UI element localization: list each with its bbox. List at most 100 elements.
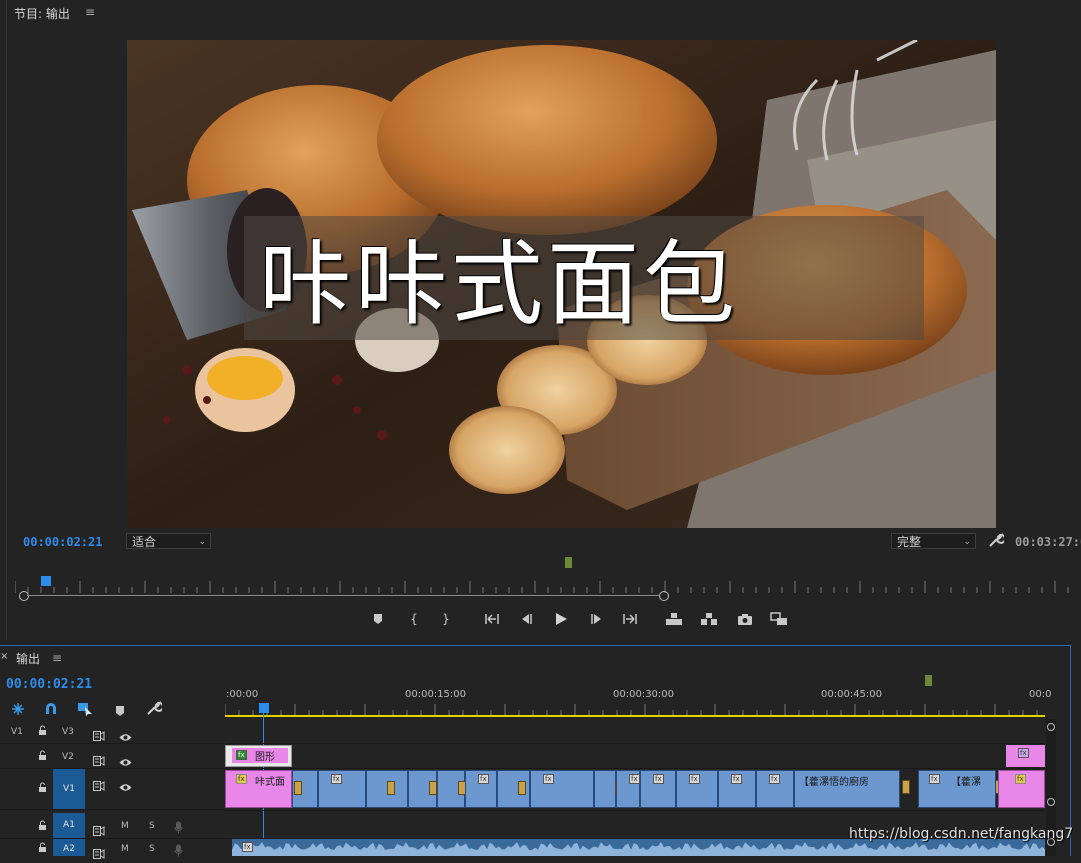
video-clip[interactable] xyxy=(366,770,408,808)
fx-badge[interactable]: fx xyxy=(478,774,489,784)
marker-icon[interactable] xyxy=(925,675,932,686)
zoom-scroll-handle-right[interactable] xyxy=(659,591,669,601)
eye-icon[interactable] xyxy=(119,777,132,796)
fx-badge[interactable]: fx xyxy=(331,774,342,784)
video-clip[interactable] xyxy=(408,770,437,808)
export-frame-icon[interactable] xyxy=(735,609,755,629)
video-clip-kitchen[interactable]: 【藿漯悟的廚房 xyxy=(794,770,900,808)
video-clip[interactable]: fx xyxy=(756,770,794,808)
video-clip[interactable] xyxy=(437,770,466,808)
video-clip[interactable]: fx xyxy=(616,770,640,808)
video-clip[interactable] xyxy=(497,770,530,808)
program-video-frame[interactable]: 咔咔式面包 xyxy=(127,40,996,528)
sync-lock-icon[interactable] xyxy=(93,726,105,745)
track-name-v3[interactable]: V3 xyxy=(62,727,74,737)
timeline-settings-wrench-icon[interactable] xyxy=(146,700,164,720)
go-to-out-icon[interactable] xyxy=(620,609,640,629)
lift-icon[interactable] xyxy=(664,609,684,629)
mute-button[interactable]: M xyxy=(121,844,129,854)
track-name-v1[interactable]: V1 xyxy=(53,769,85,809)
video-clip[interactable]: fx xyxy=(465,770,497,808)
fx-badge[interactable]: fx xyxy=(242,842,253,852)
keyframe-marker[interactable] xyxy=(429,781,437,795)
track-header-v3[interactable]: V1 V3 xyxy=(0,719,224,744)
source-patch-v1[interactable]: V1 xyxy=(11,727,23,737)
solo-button[interactable]: S xyxy=(149,844,155,854)
insert-nest-icon[interactable] xyxy=(11,701,25,720)
lock-icon[interactable] xyxy=(38,725,47,739)
track-header-v2[interactable]: V2 xyxy=(0,744,224,769)
sync-lock-icon[interactable] xyxy=(93,821,105,840)
marker-icon[interactable] xyxy=(565,557,572,568)
keyframe-marker[interactable] xyxy=(294,781,302,795)
track-name-v2[interactable]: V2 xyxy=(62,752,74,762)
monitor-time-ruler[interactable] xyxy=(14,578,1081,593)
sync-lock-icon[interactable] xyxy=(93,776,105,795)
fx-badge[interactable]: fx xyxy=(731,774,742,784)
panel-menu-icon[interactable]: ≡ xyxy=(52,651,62,665)
monitor-playhead[interactable] xyxy=(41,576,51,586)
step-forward-icon[interactable] xyxy=(587,609,607,629)
microphone-icon[interactable] xyxy=(174,819,183,838)
lock-icon[interactable] xyxy=(38,782,47,796)
mark-in-icon[interactable]: { xyxy=(404,609,424,629)
play-icon[interactable] xyxy=(551,609,571,629)
fx-badge[interactable]: fx xyxy=(653,774,664,784)
fx-badge[interactable]: fx xyxy=(236,774,247,784)
monitor-timecode-current[interactable]: 00:00:02:21 xyxy=(23,535,102,549)
lock-icon[interactable] xyxy=(38,842,47,856)
linked-selection-icon[interactable] xyxy=(77,701,93,720)
scroll-handle-bottom[interactable] xyxy=(1047,798,1055,806)
track-header-a1[interactable]: A1 M S xyxy=(0,813,224,839)
keyframe-marker[interactable] xyxy=(387,781,395,795)
comparison-view-icon[interactable] xyxy=(769,609,789,629)
fx-badge[interactable]: fx xyxy=(543,774,554,784)
program-monitor-tab[interactable]: 节目: 输出 xyxy=(14,5,70,22)
scroll-handle-top[interactable] xyxy=(1047,723,1055,731)
graphic-clip-end[interactable]: fx xyxy=(1006,745,1045,767)
microphone-icon[interactable] xyxy=(174,842,183,861)
video-clip[interactable] xyxy=(292,770,318,808)
lock-icon[interactable] xyxy=(38,750,47,764)
panel-menu-icon[interactable]: ≡ xyxy=(85,5,95,19)
track-name-a1[interactable]: A1 xyxy=(53,813,85,838)
lock-icon[interactable] xyxy=(38,820,47,834)
fx-badge[interactable]: fx xyxy=(1018,748,1029,758)
mute-button[interactable]: M xyxy=(121,821,129,831)
fx-badge[interactable]: fx xyxy=(236,750,247,760)
sequence-timecode[interactable]: 00:00:02:21 xyxy=(6,677,92,692)
zoom-scroll-bar[interactable] xyxy=(27,595,659,596)
sync-lock-icon[interactable] xyxy=(93,751,105,770)
sequence-tab[interactable]: 输出 xyxy=(16,650,40,667)
track-name-a2[interactable]: A2 xyxy=(53,839,85,856)
go-to-in-icon[interactable] xyxy=(482,609,502,629)
video-clip-kitchen-2[interactable]: fx 【藿漯 xyxy=(918,770,996,808)
graphic-clip[interactable]: fx 图形 xyxy=(225,745,292,767)
track-header-a2[interactable]: A2 M S xyxy=(0,839,224,859)
step-back-icon[interactable] xyxy=(516,609,536,629)
keyframe-marker[interactable] xyxy=(518,781,526,795)
video-clip[interactable]: fx xyxy=(530,770,594,808)
timeline-playhead-handle[interactable] xyxy=(259,703,269,713)
fx-badge[interactable]: fx xyxy=(689,774,700,784)
mark-out-icon[interactable]: } xyxy=(436,609,456,629)
playback-resolution-select[interactable]: 完整 ⌄ xyxy=(891,533,976,549)
video-clip-end[interactable]: fx xyxy=(998,770,1045,808)
video-clip[interactable]: fx xyxy=(640,770,676,808)
sync-lock-icon[interactable] xyxy=(93,844,105,863)
snap-magnet-icon[interactable] xyxy=(44,701,58,720)
zoom-scroll-handle-left[interactable] xyxy=(19,591,29,601)
solo-button[interactable]: S xyxy=(149,821,155,831)
video-clip[interactable] xyxy=(594,770,623,808)
add-marker-icon[interactable] xyxy=(368,609,388,629)
video-clip[interactable]: fx xyxy=(318,770,366,808)
video-clip[interactable]: fx xyxy=(718,770,756,808)
fx-badge[interactable]: fx xyxy=(1015,774,1026,784)
wrench-icon[interactable] xyxy=(988,532,1006,552)
zoom-level-select[interactable]: 适合 ⌄ xyxy=(126,533,211,549)
keyframe-marker[interactable] xyxy=(902,780,910,794)
close-icon[interactable]: × xyxy=(0,651,8,662)
track-header-v1[interactable]: V1 xyxy=(0,769,224,810)
video-clip[interactable]: fx xyxy=(676,770,718,808)
fx-badge[interactable]: fx xyxy=(769,774,780,784)
